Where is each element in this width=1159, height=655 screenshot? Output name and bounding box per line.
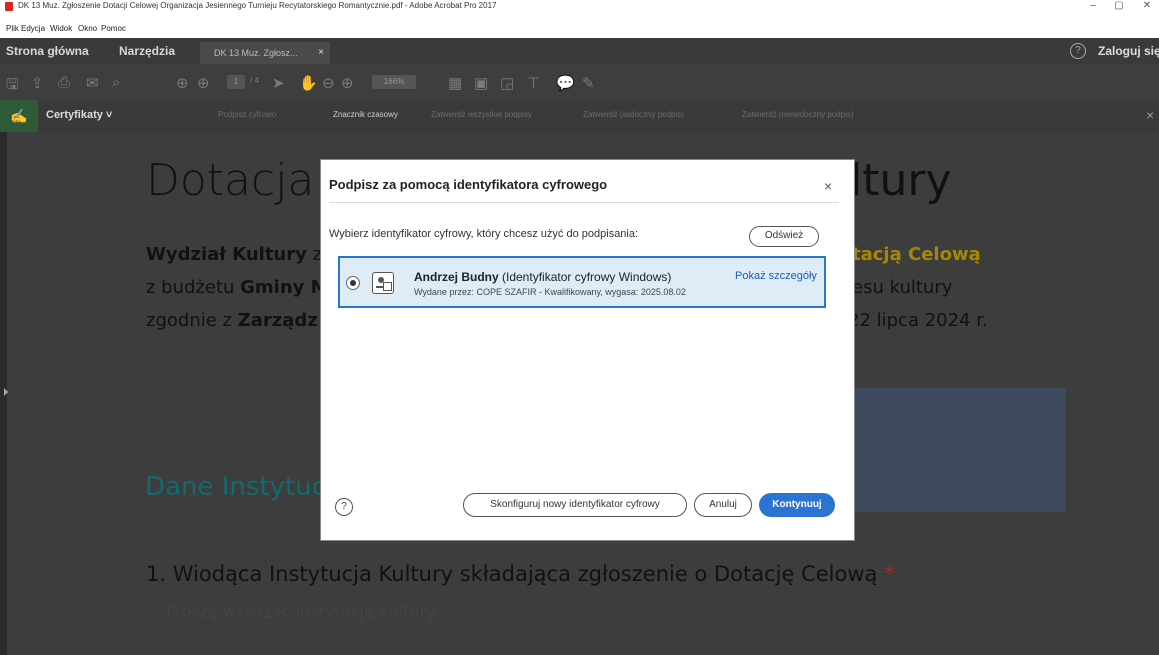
question-1-hint: Proszę wskazać Instytucję Kultury. [166,602,439,621]
page-up-icon[interactable]: ⊕ [176,74,189,92]
continue-button[interactable]: Kontynuuj [759,493,835,517]
tab-home[interactable]: Strona główna [6,44,89,58]
page-number-input[interactable]: 1 [227,75,245,89]
certificate-icon: ✍ [0,100,38,132]
search-icon[interactable]: ⌕ [112,74,120,91]
close-certbar-icon[interactable]: × [1146,107,1154,123]
document-para-1-left: Wydział Kultury z [146,244,323,265]
restore-button[interactable]: ▢ [1110,0,1128,11]
digital-id-radio[interactable] [346,276,360,290]
document-para-2-left: z budżetu Gminy M [146,277,329,298]
zoom-select[interactable]: 166% [372,75,416,89]
sign-digitally-button[interactable]: Podpisz cyfrowo [218,110,276,119]
email-icon[interactable]: ✉ [86,74,99,92]
configure-new-digital-id-button[interactable]: Skonfiguruj nowy identyfikator cyfrowy [463,493,687,517]
timestamp-button[interactable]: Znacznik czasowy [333,110,398,119]
stamp-icon[interactable]: ⊤ [527,74,540,92]
pen-icon[interactable]: ✎ [582,74,595,92]
dialog-divider [329,202,839,203]
tab-document-label: DK 13 Muz. Zgłosz... [214,48,298,58]
page-total: / 4 [250,76,259,85]
zoom-in-icon[interactable]: ⊕ [341,74,354,92]
select-tool-icon[interactable]: ➤ [272,74,285,92]
section-heading: Dane Instytuc [145,472,326,502]
certify-invisible-button[interactable]: Zatwierdź (niewidoczny podpis) [742,110,854,119]
zoom-out-icon[interactable]: ⊖ [322,74,335,92]
menu-help[interactable]: Pomoc [101,24,126,33]
hand-tool-icon[interactable]: ✋ [299,74,318,92]
menu-edit[interactable]: Edycja [21,24,45,33]
document-para-1-right: tacją Celową [852,244,981,265]
refresh-button[interactable]: Odśwież [749,226,819,247]
document-para-3-right: 22 lipca 2024 r. [848,310,988,331]
cancel-button[interactable]: Anuluj [694,493,752,517]
digital-id-icon [372,272,394,294]
tab-tools[interactable]: Narzędzia [119,44,175,58]
document-shaded-box [848,388,1066,512]
fit-page-icon[interactable]: ▦ [448,74,462,92]
expand-panel-icon[interactable] [4,388,8,396]
digital-id-issuer: Wydane przez: COPE SZAFIR - Kwalifikowan… [414,287,686,297]
window-title: DK 13 Muz. Zgłoszenie Dotacji Celowej Or… [18,1,497,10]
tab-close-icon[interactable]: × [318,42,324,64]
certify-visible-button[interactable]: Zatwierdź (widoczny podpis) [583,110,684,119]
show-details-link[interactable]: Pokaż szczegóły [735,270,817,282]
login-button[interactable]: Zaloguj się [1098,44,1159,58]
document-para-3-left: zgodnie z Zarządz [146,310,318,331]
digital-id-list-item[interactable]: Andrzej Budny (Identyfikator cyfrowy Win… [338,256,826,308]
toolbar: 🖫 ⇪ ⎙ ✉ ⌕ ⊕ ⊕ 1 / 4 ➤ ✋ ⊖ ⊕ 166% ▦ ▣ ◲ ⊤… [0,64,1159,100]
certificates-toolbar: ✍ Certyfikaty ˅ Podpisz cyfrowo Znacznik… [0,100,1159,132]
document-title-left: Dotacja [146,155,315,206]
minimize-button[interactable]: – [1084,0,1102,11]
question-1: 1. Wiodąca Instytucja Kultury składająca… [146,562,895,586]
upload-icon[interactable]: ⇪ [31,74,44,92]
certificates-menu[interactable]: Certyfikaty ˅ [46,109,112,121]
dialog-title: Podpisz za pomocą identyfikatora cyfrowe… [329,177,608,192]
pdf-file-icon [5,2,13,11]
print-icon[interactable]: ⎙ [58,74,70,91]
help-icon[interactable]: ? [1070,43,1086,59]
close-window-button[interactable]: ✕ [1138,0,1156,11]
document-para-2-right: esu kultury [852,277,953,298]
menu-view[interactable]: Widok [50,24,72,33]
dialog-prompt: Wybierz identyfikator cyfrowy, który chc… [329,228,639,240]
menu-file[interactable]: Plik [6,24,19,33]
dialog-help-icon[interactable]: ? [335,498,353,516]
menu-bar: Plik Edycja Widok Okno Pomoc [0,14,1159,38]
tab-bar: Strona główna Narzędzia DK 13 Muz. Zgłos… [0,38,1159,64]
menu-window[interactable]: Okno [78,24,97,33]
sign-with-digital-id-dialog: Podpisz za pomocą identyfikatora cyfrowe… [321,160,854,540]
save-icon[interactable]: 🖫 [6,74,19,99]
dialog-close-icon[interactable]: × [824,178,832,194]
comment-icon[interactable]: 💬 [556,74,575,92]
validate-all-button[interactable]: Zatwierdź wszystkie podpisy [431,110,532,119]
document-title-right: ltury [850,155,952,206]
rotate-icon[interactable]: ▣ [474,74,488,92]
title-bar: DK 13 Muz. Zgłoszenie Dotacji Celowej Or… [0,0,1159,14]
digital-id-name: Andrzej Budny (Identyfikator cyfrowy Win… [414,270,672,284]
fullscreen-icon[interactable]: ◲ [500,74,514,92]
tab-document[interactable]: DK 13 Muz. Zgłosz... × [200,42,330,64]
page-down-icon[interactable]: ⊕ [197,74,210,92]
